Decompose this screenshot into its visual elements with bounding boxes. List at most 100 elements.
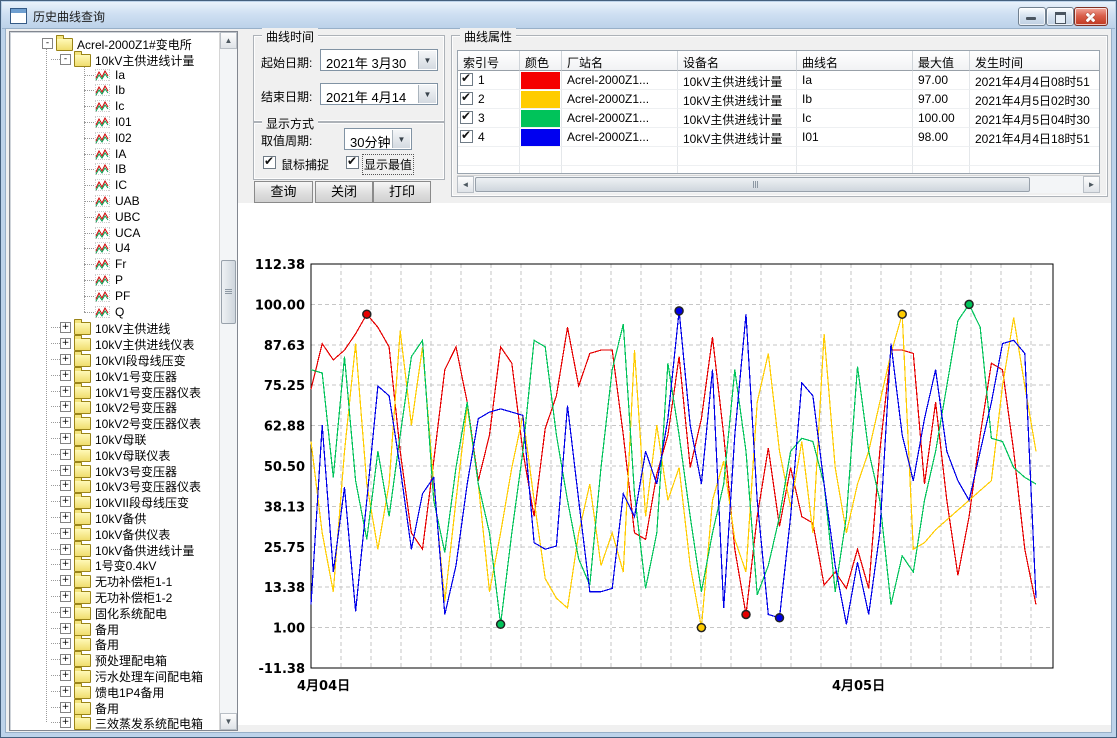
tree-expand-toggle[interactable]: + [60,338,71,349]
tree-row[interactable]: +备用 [10,635,220,651]
end-date-combo[interactable]: 2021年 4月14 ▼ [320,83,438,105]
tree-item-label[interactable]: UAB [115,194,140,208]
table-header-6[interactable]: 发生时间 [970,51,1100,71]
tree-row[interactable]: -Acrel-2000Z1#变电所 [10,35,220,51]
tree-row[interactable]: Ia [10,67,220,83]
tree-expand-toggle[interactable]: + [60,686,71,697]
tree-expand-toggle[interactable]: + [60,433,71,444]
tree-expand-toggle[interactable]: + [60,654,71,665]
tree-row[interactable]: U4 [10,240,220,256]
tree-item-label[interactable]: Ic [115,99,124,113]
tree-expand-toggle[interactable]: + [60,417,71,428]
tree-expand-toggle[interactable]: + [60,496,71,507]
tree-row[interactable]: +10kV备供仪表 [10,525,220,541]
tree-row[interactable]: P [10,272,220,288]
tree-expand-toggle[interactable]: - [42,38,53,49]
tree-row[interactable]: PF [10,288,220,304]
tree-item-label[interactable]: UCA [115,226,140,240]
tree-row[interactable]: +10kV2号变压器仪表 [10,414,220,430]
tree-item-label[interactable]: Ib [115,83,125,97]
tree-expand-toggle[interactable]: + [60,670,71,681]
tree-expand-toggle[interactable]: + [60,386,71,397]
tree-row[interactable]: +10kV备供进线计量 [10,541,220,557]
tree-expand-toggle[interactable]: + [60,480,71,491]
print-button[interactable]: 打印 [373,181,431,203]
tree-expand-toggle[interactable]: + [60,322,71,333]
mouse-capture-checkbox[interactable]: ✔ [263,156,276,169]
tree-item-label[interactable]: Ia [115,68,125,82]
tree-row[interactable]: +10kVI段母线压变 [10,351,220,367]
table-header-5[interactable]: 最大值 [913,51,970,71]
tree-row[interactable]: +10kVII段母线压变 [10,493,220,509]
tree-row[interactable]: +10kV3号变压器仪表 [10,477,220,493]
table-header-2[interactable]: 厂站名 [562,51,678,71]
curve-props-table[interactable]: 索引号颜色厂站名设备名曲线名最大值发生时间 ✔ 1 Acrel-2000Z1..… [457,50,1100,174]
row-checkbox[interactable]: ✔ [460,73,473,86]
tree-row[interactable]: +10kV2号变压器 [10,398,220,414]
close-button[interactable] [1074,7,1108,26]
table-header-3[interactable]: 设备名 [678,51,797,71]
tree-row[interactable]: IA [10,146,220,162]
tree-expand-toggle[interactable]: + [60,623,71,634]
device-tree[interactable]: -Acrel-2000Z1#变电所-10kV主供进线计量 Ia Ib Ic I0… [10,32,220,730]
tree-row[interactable]: +污水处理车间配电箱 [10,667,220,683]
period-combo[interactable]: 30分钟 ▼ [344,128,412,150]
table-header-1[interactable]: 颜色 [520,51,562,71]
tree-row[interactable]: UAB [10,193,220,209]
tree-row[interactable]: +无功补偿柜1-2 [10,588,220,604]
tree-item-label[interactable]: IC [115,178,127,192]
tree-row[interactable]: IB [10,161,220,177]
tree-item-label[interactable]: 三效蒸发系统配电箱 [95,715,203,730]
tree-row[interactable]: +三效蒸发系统配电箱 [10,714,220,730]
tree-row[interactable]: +10kV3号变压器 [10,462,220,478]
table-header-4[interactable]: 曲线名 [797,51,913,71]
tree-row[interactable]: I01 [10,114,220,130]
tree-row[interactable]: +10kV主供进线 [10,319,220,335]
row-checkbox[interactable]: ✔ [460,92,473,105]
tree-item-label[interactable]: PF [115,289,130,303]
tree-row[interactable]: I02 [10,130,220,146]
tree-expand-toggle[interactable]: + [60,528,71,539]
tree-row[interactable]: +馈电1P4备用 [10,683,220,699]
tree-row[interactable]: +10kV备供 [10,509,220,525]
tree-expand-toggle[interactable]: + [60,354,71,365]
tree-row[interactable]: +10kV1号变压器 [10,367,220,383]
tree-row[interactable]: UBC [10,209,220,225]
tree-row[interactable]: +10kV母联 [10,430,220,446]
tree-item-label[interactable]: U4 [115,241,130,255]
tree-row[interactable]: +无功补偿柜1-1 [10,572,220,588]
tree-scrollbar[interactable]: ▲ ▼ [219,32,237,730]
tree-row[interactable]: -10kV主供进线计量 [10,51,220,67]
tree-row[interactable]: +固化系统配电 [10,604,220,620]
row-checkbox[interactable]: ✔ [460,111,473,124]
history-curve-chart[interactable]: 112.38100.0087.6375.2562.8850.5038.1325.… [238,203,1111,725]
tree-expand-toggle[interactable]: + [60,449,71,460]
tree-expand-toggle[interactable]: + [60,559,71,570]
tree-row[interactable]: UCA [10,225,220,241]
tree-expand-toggle[interactable]: + [60,702,71,713]
scroll-up-icon[interactable]: ▲ [220,32,237,49]
row-checkbox[interactable]: ✔ [460,130,473,143]
start-date-dropdown-icon[interactable]: ▼ [418,51,436,69]
show-extremes-checkbox[interactable]: ✔ [346,156,359,169]
tree-item-label[interactable]: IB [115,162,126,176]
minimize-button[interactable] [1018,7,1046,26]
tree-expand-toggle[interactable]: + [60,575,71,586]
query-button[interactable]: 查询 [254,181,313,203]
title-bar[interactable]: 历史曲线查询 [2,2,1115,29]
tree-expand-toggle[interactable]: + [60,591,71,602]
tree-item-label[interactable]: UBC [115,210,140,224]
end-date-dropdown-icon[interactable]: ▼ [418,85,436,103]
table-hscrollbar-thumb[interactable] [475,177,1030,192]
tree-expand-toggle[interactable]: + [60,370,71,381]
tree-row[interactable]: Q [10,304,220,320]
tree-item-label[interactable]: Q [115,305,124,319]
tree-row[interactable]: +1号变0.4kV [10,556,220,572]
tree-item-label[interactable]: I01 [115,115,132,129]
tree-row[interactable]: Fr [10,256,220,272]
tree-item-label[interactable]: I02 [115,131,132,145]
tree-expand-toggle[interactable]: + [60,512,71,523]
tree-row[interactable]: IC [10,177,220,193]
tree-row[interactable]: +备用 [10,620,220,636]
tree-row[interactable]: +10kV1号变压器仪表 [10,383,220,399]
